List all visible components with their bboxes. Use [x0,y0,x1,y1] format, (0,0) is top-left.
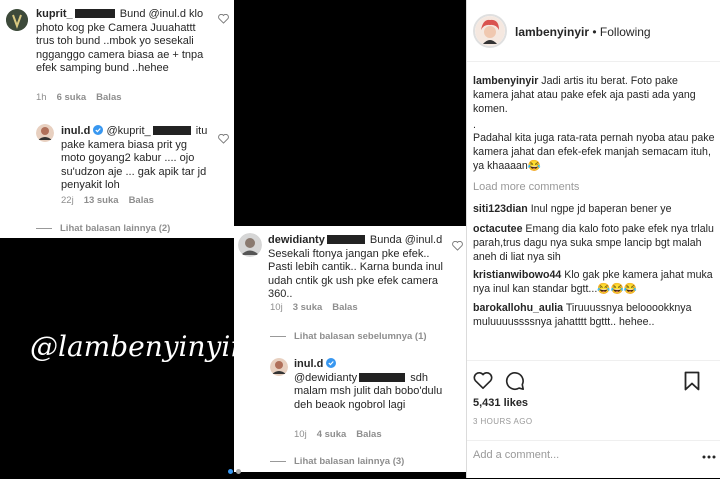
header-username[interactable]: lambenyinyir [515,25,589,39]
avatar[interactable] [270,358,288,376]
comment-item: kristianwibowo44 Klo gak pke kamera jaha… [473,268,715,296]
post-image: kuprit_ Bund @inul.d klo photo kog pke C… [0,0,466,478]
view-previous-replies[interactable]: Lihat balasan sebelumnya (1) [270,331,427,342]
reply-text: inul.d @dewidianty sdh malam msh julit d… [294,358,444,412]
view-more-replies[interactable]: Lihat balasan lainnya (2) [36,223,170,234]
comment-text: dewidianty Bunda @inul.d Sesekali ftonya… [268,234,448,302]
comment-icon[interactable] [505,371,525,391]
comment-username[interactable]: kristianwibowo44 [473,269,561,281]
comment-meta: 10j 3 suka Balas [270,302,368,313]
reply-button[interactable]: Balas [96,92,121,103]
redaction-bar [152,126,191,135]
watermark: @lambenyinyir [30,330,244,363]
comment-body: Inul ngpe jd baperan bener ye [527,203,672,215]
reply-button[interactable]: Balas [332,302,357,313]
more-options-icon[interactable] [702,455,716,459]
heart-icon[interactable] [218,134,229,144]
header-user: lambenyinyir • Following [515,25,651,39]
carousel-dots[interactable] [228,461,244,479]
post-time[interactable]: 3 HOURS AGO [473,417,533,426]
divider-line [36,227,52,229]
redaction-bar [359,372,406,382]
reply-username[interactable]: inul.d [61,125,90,137]
reply-mention[interactable]: @dewidianty [294,372,357,384]
redaction-bar [326,235,365,244]
header-separator: • [589,25,600,39]
caption-line-2: . [473,119,476,131]
comment-item: siti123dian Inul ngpe jd baperan bener y… [473,202,715,216]
reply-mention[interactable]: @kuprit_ [103,125,150,137]
heart-icon[interactable] [452,241,463,251]
post-sidebar: lambenyinyir • Following lambenyinyir Ja… [466,0,720,478]
avatar[interactable] [6,9,28,31]
comment-username[interactable]: barokallohu_aulia [473,302,563,314]
reply-likes[interactable]: 4 suka [317,429,347,440]
likes-count[interactable]: 5,431 likes [473,397,528,409]
reply-meta: 22j 13 suka Balas [61,195,164,206]
post-caption: lambenyinyir Jadi artis itu berat. Foto … [473,74,715,116]
following-button[interactable]: Following [600,25,651,39]
bookmark-icon[interactable] [684,371,700,391]
caption-username[interactable]: lambenyinyir [473,75,538,87]
avatar[interactable] [36,124,54,142]
divider-line [270,460,286,462]
comment-text: kuprit_ Bund @inul.d klo photo kog pke C… [36,8,212,76]
comment-username[interactable]: siti123dian [473,203,528,215]
reply-button[interactable]: Balas [356,429,381,440]
avatar-image [6,9,28,31]
carousel-dot[interactable] [236,469,241,474]
comment-time: 10j [270,302,283,313]
comment-item: octacutee Emang dia kalo foto pake efek … [473,222,715,264]
avatar-image [238,233,262,257]
heart-icon[interactable] [473,371,493,390]
comment-card-2: dewidianty Bunda @inul.d Sesekali ftonya… [234,226,466,472]
comment-likes[interactable]: 6 suka [57,92,87,103]
redaction-bar [74,9,115,18]
post-header: lambenyinyir • Following [467,0,720,62]
comment-input[interactable] [473,449,673,461]
add-comment-section [467,440,720,478]
verified-icon [326,358,337,368]
comment-time: 1h [36,92,47,103]
comment-item: barokallohu_aulia Tiruuussnya belooookkn… [473,301,715,329]
reply-time: 22j [61,195,74,206]
comment-username[interactable]: dewidianty [268,234,325,246]
load-more-comments[interactable]: Load more comments [473,181,579,193]
caption-line-3: Padahal kita juga rata-rata pernah nyoba… [473,132,715,172]
carousel-dot-active[interactable] [228,469,233,474]
comment-username[interactable]: octacutee [473,223,522,235]
reply-text: inul.d @kuprit_ itu pake kamera biasa pr… [61,125,211,193]
comment-likes[interactable]: 3 suka [293,302,323,313]
view-more-replies[interactable]: Lihat balasan lainnya (3) [270,456,404,467]
reply-username[interactable]: inul.d [294,358,323,370]
reply-meta: 10j 4 suka Balas [294,429,392,440]
profile-avatar[interactable] [473,14,507,48]
avatar-image [36,124,54,142]
comment-card-1: kuprit_ Bund @inul.d klo photo kog pke C… [0,0,234,238]
comment-meta: 1h 6 suka Balas [36,92,132,103]
heart-icon[interactable] [218,14,229,24]
reply-time: 10j [294,429,307,440]
reply-button[interactable]: Balas [129,195,154,206]
comment-username[interactable]: kuprit_ [36,8,73,20]
avatar[interactable] [238,233,262,257]
divider-line [270,335,286,337]
reply-likes[interactable]: 13 suka [84,195,119,206]
avatar-image [475,16,505,46]
verified-icon [93,125,104,135]
avatar-image [270,358,288,376]
